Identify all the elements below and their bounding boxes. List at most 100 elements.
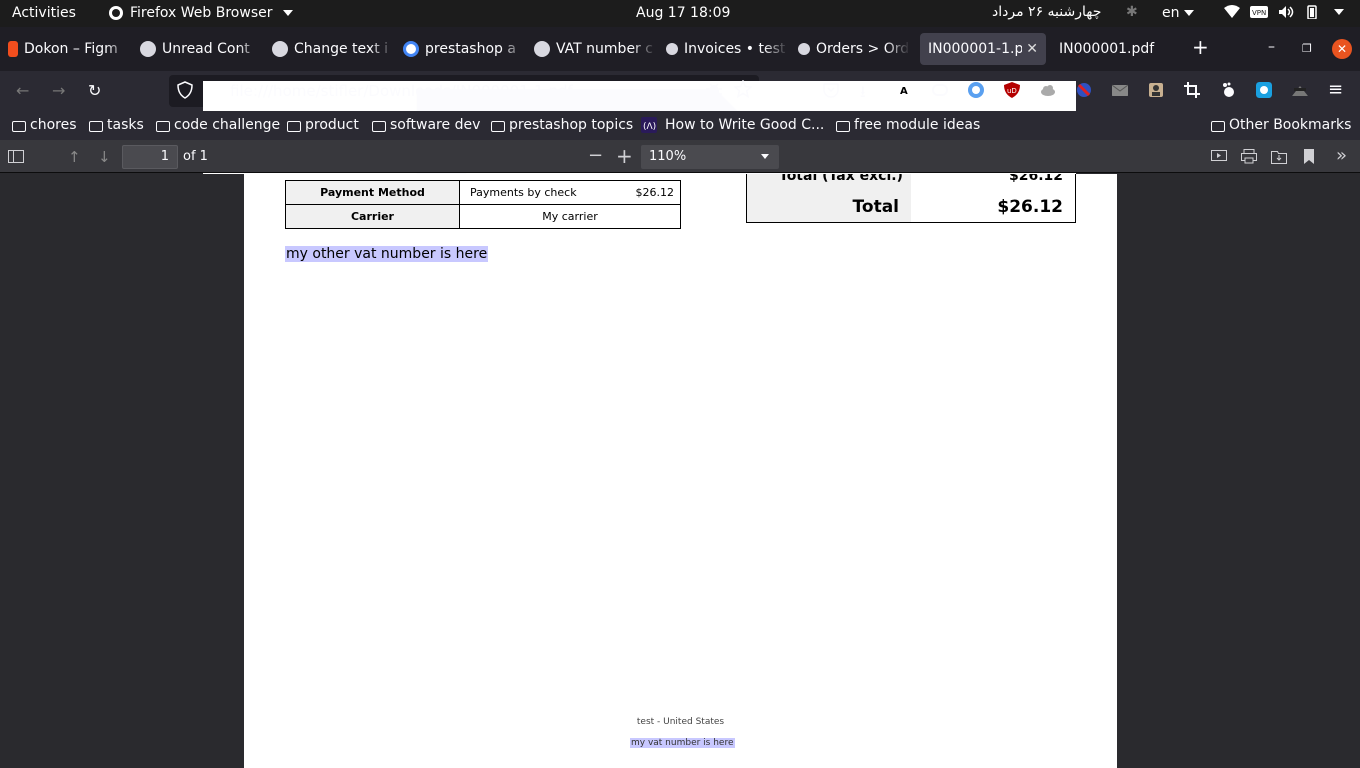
bookmark-folder-other-bookmarks[interactable]: Other Bookmarks xyxy=(1211,117,1351,133)
tab-unread-content[interactable]: Unread Cont xyxy=(140,33,262,65)
back-icon[interactable]: ← xyxy=(16,81,29,100)
site-icon xyxy=(272,41,288,57)
extension-screenshot-icon[interactable] xyxy=(1256,82,1272,98)
tab-label: Dokon – Figm xyxy=(24,41,118,57)
print-icon[interactable] xyxy=(1241,149,1257,164)
extension-gnome-icon[interactable] xyxy=(1220,82,1236,98)
extension-link-icon[interactable] xyxy=(932,82,948,98)
extension-spy-icon[interactable] xyxy=(1292,82,1308,98)
page-count: of 1 xyxy=(183,149,208,164)
vpn-icon: VPN xyxy=(1250,6,1268,18)
bookmark-star-icon[interactable] xyxy=(734,80,752,98)
tab-vat-number[interactable]: VAT number c xyxy=(534,33,656,65)
tab-strip: Dokon – Figm Unread Cont Change text i p… xyxy=(0,27,1360,71)
bookmark-folder-prestashop-topics[interactable]: prestashop topics xyxy=(491,117,633,133)
prestashop-icon xyxy=(666,43,678,55)
bookmark-folder-chores[interactable]: chores xyxy=(12,117,77,133)
zoom-value: 110% xyxy=(649,149,687,164)
presentation-mode-icon[interactable] xyxy=(1211,150,1227,164)
hamburger-menu-icon[interactable]: ≡ xyxy=(1328,79,1343,100)
window-close-icon[interactable]: ✕ xyxy=(1332,39,1352,59)
folder-icon xyxy=(12,120,26,132)
carrier-label: Carrier xyxy=(285,204,460,229)
firefox-icon xyxy=(109,6,123,20)
save-icon[interactable] xyxy=(1271,149,1287,164)
downloads-icon[interactable]: ⭳ xyxy=(860,81,866,108)
tab-change-text[interactable]: Change text i xyxy=(272,33,394,65)
bookmark-folder-product[interactable]: product xyxy=(287,117,359,133)
tab-orders[interactable]: Orders > Ord xyxy=(798,33,910,65)
ublock-icon[interactable]: uD xyxy=(1004,82,1020,98)
extension-cloud-icon[interactable] xyxy=(1040,82,1056,98)
clock[interactable]: Aug 17 18:09 xyxy=(636,5,730,21)
folder-icon xyxy=(156,120,170,132)
tab-label: IN000001.pdf xyxy=(1059,41,1155,57)
language-label: en xyxy=(1162,5,1180,21)
crop-icon[interactable] xyxy=(1184,82,1200,98)
tab-in000001-1-pdf[interactable]: IN000001-1.pdf ✕ xyxy=(920,33,1046,65)
tab-in000001-pdf[interactable]: IN000001.pdf xyxy=(1059,33,1181,65)
bookmark-site-icon: (Λ) xyxy=(641,117,657,133)
bookmark-label: prestashop topics xyxy=(509,117,634,133)
tab-label: Unread Cont xyxy=(162,41,250,57)
folder-icon xyxy=(287,120,301,132)
persian-date[interactable]: چهارشنبه ۲۶ مرداد xyxy=(992,4,1101,20)
tab-invoices[interactable]: Invoices • test xyxy=(666,33,788,65)
app-name: Firefox Web Browser xyxy=(130,5,273,21)
zoom-select[interactable]: 110% xyxy=(641,145,779,169)
url-text[interactable]: file:///home/stifler/Downloads/IN000001-… xyxy=(230,82,573,100)
bookmark-icon[interactable] xyxy=(1303,149,1315,164)
extension-contact-icon[interactable] xyxy=(1148,82,1164,98)
bookmark-how-to-write-good-code[interactable]: (Λ) How to Write Good C... xyxy=(641,117,824,133)
bookmark-folder-code-challenge[interactable]: code challenge xyxy=(156,117,280,133)
reload-icon[interactable]: ↻ xyxy=(88,81,101,100)
extension-compass-icon[interactable] xyxy=(968,82,984,98)
system-tray[interactable]: VPN xyxy=(1224,5,1344,19)
zoom-out-icon[interactable]: − xyxy=(588,145,603,166)
language-selector[interactable]: en xyxy=(1162,5,1194,21)
footer-vat: my vat number is here xyxy=(630,738,735,748)
bug-icon[interactable] xyxy=(706,81,722,99)
wifi-icon xyxy=(1224,5,1240,18)
prestashop-icon xyxy=(798,43,810,55)
sidebar-toggle-icon[interactable] xyxy=(8,150,24,163)
extension-a-icon[interactable]: A xyxy=(896,82,912,98)
bookmark-label: Other Bookmarks xyxy=(1229,117,1352,133)
google-icon xyxy=(403,41,419,57)
app-menu[interactable]: Firefox Web Browser xyxy=(108,5,293,21)
new-tab-icon[interactable]: + xyxy=(1192,35,1209,59)
bookmark-folder-tasks[interactable]: tasks xyxy=(89,117,144,133)
activities-button[interactable]: Activities xyxy=(12,5,76,21)
pocket-icon[interactable] xyxy=(823,82,839,98)
url-bar[interactable]: file:///home/stifler/Downloads/IN000001-… xyxy=(169,75,1076,675)
payment-method-label: Payment Method xyxy=(285,180,460,205)
extension-blocker-icon[interactable] xyxy=(1076,82,1092,98)
bookmark-folder-free-module-ideas[interactable]: free module ideas xyxy=(836,117,980,133)
next-page-icon[interactable]: ↓ xyxy=(98,148,111,166)
bookmark-label: tasks xyxy=(107,117,144,133)
minimize-icon[interactable]: – xyxy=(1268,39,1275,55)
folder-icon xyxy=(89,120,103,132)
pdf-viewer[interactable]: Payment Method Payments by check $26.12 … xyxy=(0,174,1360,768)
forward-icon[interactable]: → xyxy=(52,81,65,100)
bookmark-folder-software-dev[interactable]: software dev xyxy=(372,117,480,133)
zoom-in-icon[interactable]: + xyxy=(616,144,633,168)
extension-mail-icon[interactable] xyxy=(1112,82,1128,98)
tools-menu-icon[interactable]: » xyxy=(1336,145,1347,166)
table-row: Carrier My carrier xyxy=(285,204,681,229)
pdf-toolbar: ↑ ↓ 1 of 1 − + 110% » xyxy=(0,140,1360,173)
bookmark-label: software dev xyxy=(390,117,481,133)
close-tab-icon[interactable]: ✕ xyxy=(1026,41,1038,57)
page-number-input[interactable]: 1 xyxy=(122,145,178,169)
vat-note: my other vat number is here xyxy=(285,246,489,262)
tab-dokon-figma[interactable]: Dokon – Figm xyxy=(8,33,130,65)
chevron-down-icon xyxy=(282,10,293,16)
total-tax-excl-label: Total (Tax excl.) xyxy=(779,174,903,184)
previous-page-icon[interactable]: ↑ xyxy=(68,148,81,166)
bluetooth-icon[interactable]: ✱ xyxy=(1126,4,1138,20)
tab-prestashop-search[interactable]: prestashop a xyxy=(403,33,525,65)
restore-icon[interactable]: ❐ xyxy=(1302,42,1312,55)
shield-icon[interactable] xyxy=(177,81,193,99)
figma-icon xyxy=(8,41,18,57)
volume-icon xyxy=(1279,6,1294,18)
